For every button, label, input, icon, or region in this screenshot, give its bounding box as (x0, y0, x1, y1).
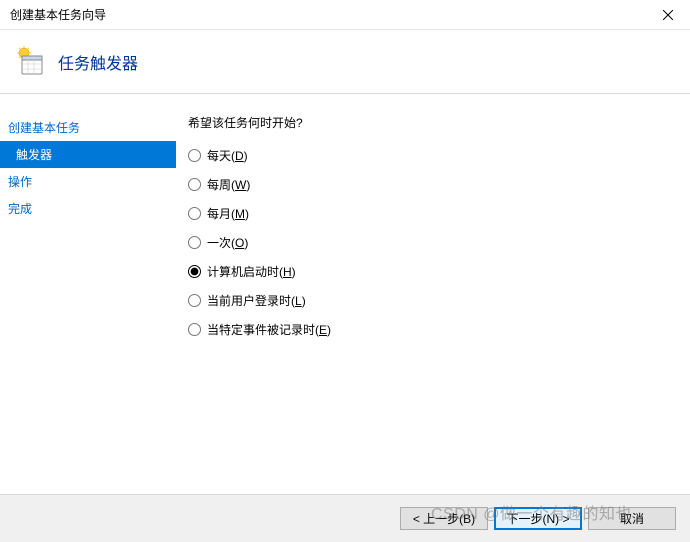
trigger-label-4: 计算机启动时(H) (207, 263, 296, 280)
trigger-radio-5[interactable] (188, 294, 201, 307)
cancel-button[interactable]: 取消 (588, 507, 676, 530)
wizard-icon (14, 46, 46, 78)
next-button[interactable]: 下一步(N) > (494, 507, 582, 530)
trigger-option-4[interactable]: 计算机启动时(H) (188, 263, 678, 280)
sidebar-item-2[interactable]: 操作 (0, 168, 176, 195)
trigger-label-3: 一次(O) (207, 234, 248, 251)
wizard-body: 创建基本任务触发器操作完成 希望该任务何时开始? 每天(D) 每周(W) 每月(M)… (0, 94, 690, 494)
sidebar-item-0[interactable]: 创建基本任务 (0, 114, 176, 141)
trigger-label-2: 每月(M) (207, 205, 249, 222)
trigger-option-2[interactable]: 每月(M) (188, 205, 678, 222)
trigger-label-5: 当前用户登录时(L) (207, 292, 306, 309)
trigger-label-0: 每天(D) (207, 147, 248, 164)
trigger-radio-6[interactable] (188, 323, 201, 336)
prompt-text: 希望该任务何时开始? (188, 114, 678, 131)
sidebar-item-1[interactable]: 触发器 (0, 141, 176, 168)
trigger-option-0[interactable]: 每天(D) (188, 147, 678, 164)
titlebar: 创建基本任务向导 (0, 0, 690, 30)
wizard-header: 任务触发器 (0, 30, 690, 94)
trigger-radio-3[interactable] (188, 236, 201, 249)
trigger-label-1: 每周(W) (207, 176, 250, 193)
trigger-option-5[interactable]: 当前用户登录时(L) (188, 292, 678, 309)
trigger-radio-group: 每天(D) 每周(W) 每月(M) 一次(O) 计算机启动时(H) 当前用户登录时(L) 当… (188, 147, 678, 338)
trigger-radio-2[interactable] (188, 207, 201, 220)
wizard-main: 希望该任务何时开始? 每天(D) 每周(W) 每月(M) 一次(O) 计算机启动时(H)… (176, 94, 690, 494)
close-button[interactable] (645, 0, 690, 30)
window-title: 创建基本任务向导 (10, 6, 106, 23)
trigger-option-6[interactable]: 当特定事件被记录时(E) (188, 321, 678, 338)
trigger-radio-1[interactable] (188, 178, 201, 191)
wizard-sidebar: 创建基本任务触发器操作完成 (0, 94, 176, 494)
trigger-option-3[interactable]: 一次(O) (188, 234, 678, 251)
trigger-label-6: 当特定事件被记录时(E) (207, 321, 331, 338)
back-button[interactable]: < 上一步(B) (400, 507, 488, 530)
page-title: 任务触发器 (58, 50, 138, 74)
sidebar-item-3[interactable]: 完成 (0, 195, 176, 222)
close-icon (663, 10, 673, 20)
trigger-radio-4[interactable] (188, 265, 201, 278)
trigger-radio-0[interactable] (188, 149, 201, 162)
trigger-option-1[interactable]: 每周(W) (188, 176, 678, 193)
wizard-footer: < 上一步(B) 下一步(N) > 取消 (0, 494, 690, 542)
